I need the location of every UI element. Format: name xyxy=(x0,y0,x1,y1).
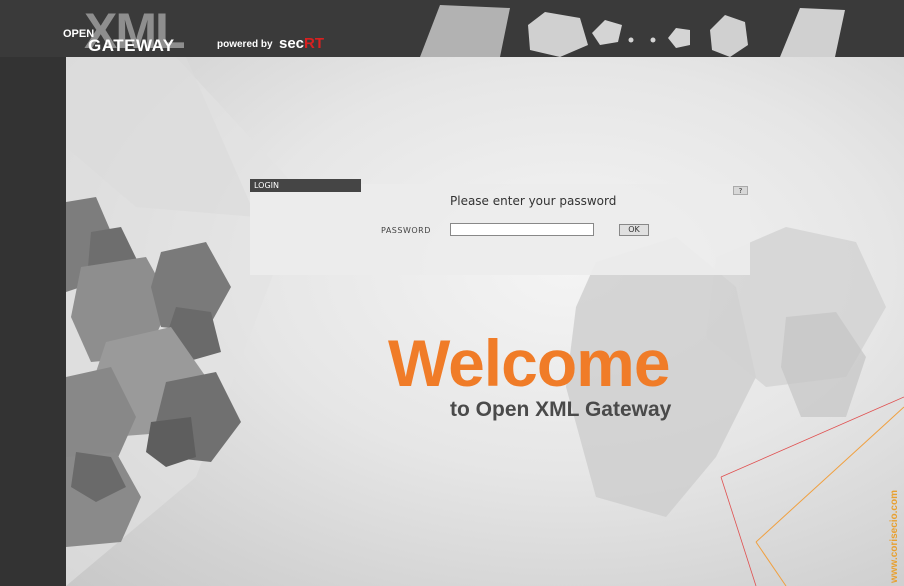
header-bar: XML OPEN GATEWAY powered by secRT xyxy=(0,0,904,57)
welcome-title: Welcome xyxy=(388,326,671,400)
logo-gateway-text: GATEWAY xyxy=(88,36,175,55)
password-input[interactable] xyxy=(450,223,594,236)
ok-button[interactable]: OK xyxy=(619,224,649,236)
password-label: PASSWORD xyxy=(381,226,431,235)
left-sidebar-bar xyxy=(0,0,66,586)
brand-sec-text: sec xyxy=(279,35,305,52)
brand-rt-text: RT xyxy=(304,35,325,52)
main-content-area xyxy=(66,57,904,586)
welcome-subtitle: to Open XML Gateway xyxy=(450,398,672,421)
help-icon[interactable]: ? xyxy=(733,186,748,195)
password-prompt: Please enter your password xyxy=(450,194,617,208)
login-tab: LOGIN xyxy=(250,179,361,192)
background-hexagons xyxy=(66,57,904,586)
website-link[interactable]: www.corisecio.com xyxy=(889,490,900,583)
powered-by-text: powered by xyxy=(217,39,273,50)
secrt-brand: secRT xyxy=(279,35,324,52)
